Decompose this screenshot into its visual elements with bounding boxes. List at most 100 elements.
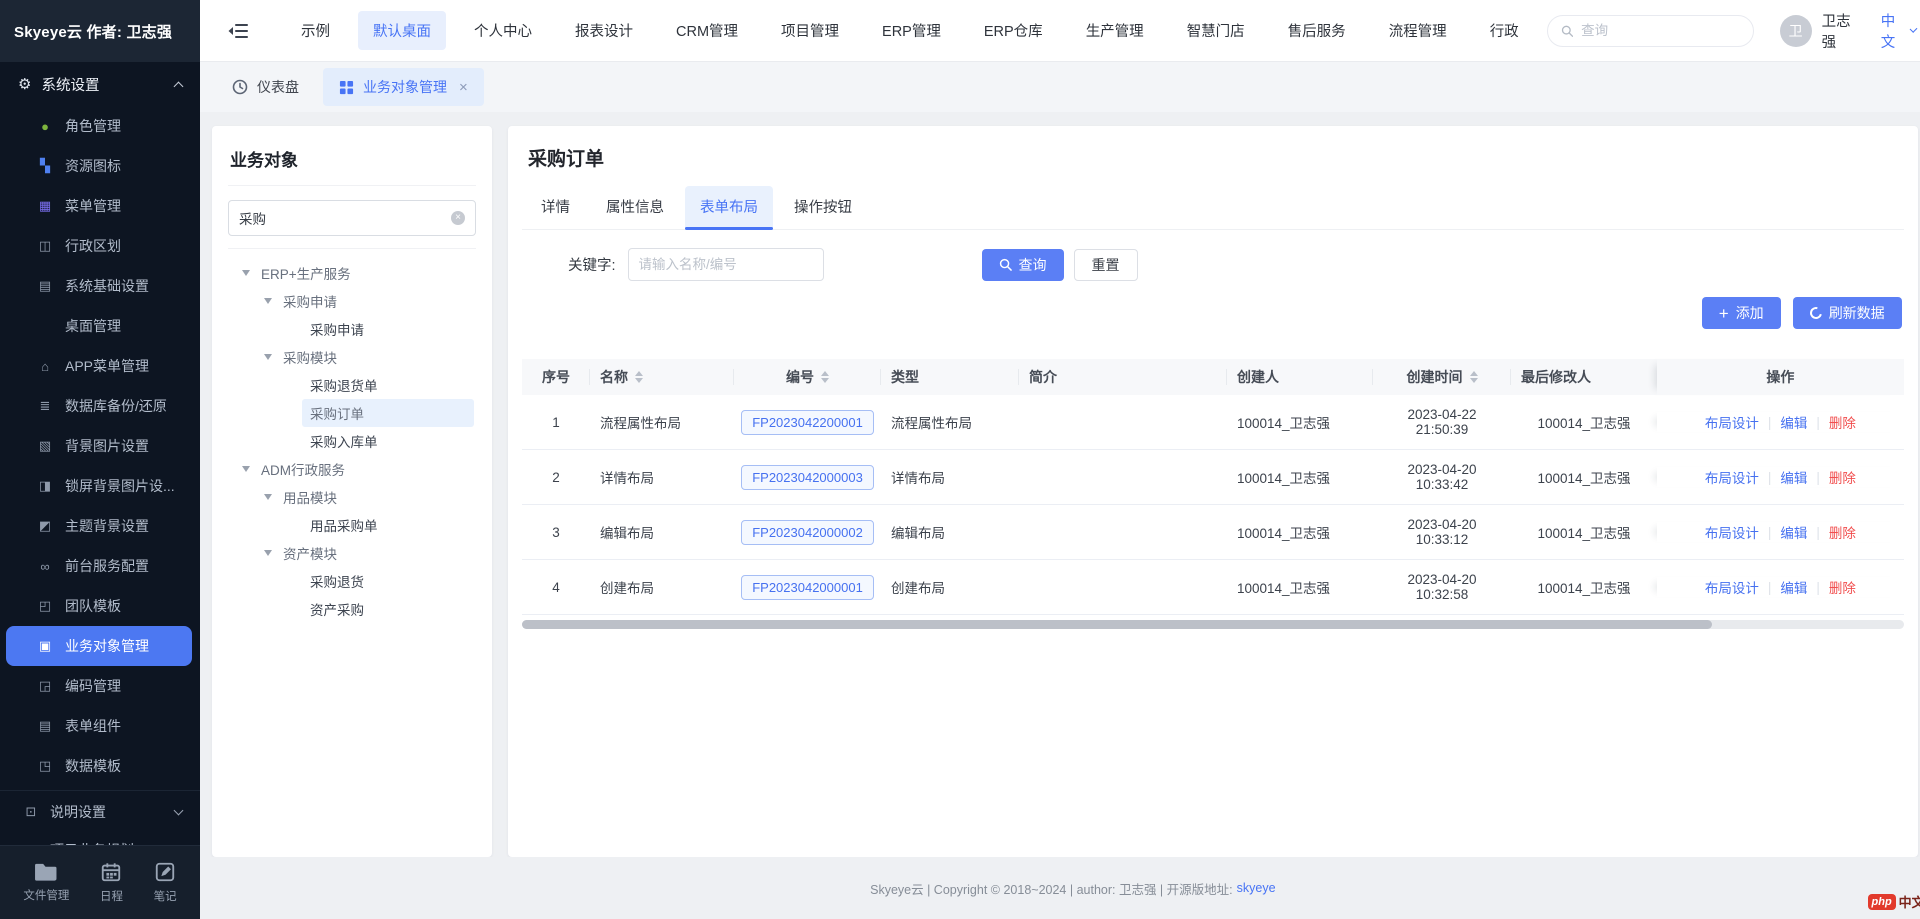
- sidebar-item-db-backup[interactable]: ≣ 数据库备份/还原: [0, 386, 200, 426]
- tree-node-purchase-request[interactable]: 采购申请: [228, 315, 476, 343]
- sidebar-section-system-settings[interactable]: ⚙ 系统设置: [0, 62, 200, 106]
- add-button[interactable]: 添加: [1702, 297, 1781, 329]
- edit-link[interactable]: 编辑: [1780, 522, 1807, 542]
- tab-business-object-manage[interactable]: 业务对象管理: [323, 68, 484, 106]
- tree-node-asset-module[interactable]: 资产模块: [228, 539, 476, 567]
- keyword-input[interactable]: [639, 257, 813, 272]
- tree-node-purchase-return[interactable]: 采购退货: [228, 567, 476, 595]
- nav-item-erp[interactable]: ERP管理: [867, 11, 956, 50]
- tree-node-purchase-module[interactable]: 采购模块: [228, 343, 476, 371]
- edit-link[interactable]: 编辑: [1780, 467, 1807, 487]
- nav-item-crm[interactable]: CRM管理: [661, 11, 753, 50]
- nav-item-smart-store[interactable]: 智慧门店: [1172, 11, 1260, 50]
- tree-node-purchase-request-group[interactable]: 采购申请: [228, 287, 476, 315]
- close-tab-icon[interactable]: [459, 80, 468, 95]
- tab-action-buttons[interactable]: 操作按钮: [779, 186, 867, 229]
- sidebar-item-code-manage[interactable]: ◲ 编码管理: [0, 666, 200, 706]
- layout-design-link[interactable]: 布局设计: [1705, 467, 1759, 487]
- nav-item-report-design[interactable]: 报表设计: [560, 11, 648, 50]
- language-switch[interactable]: 中文: [1881, 10, 1916, 52]
- dock-item-notes[interactable]: 笔记: [154, 861, 177, 904]
- sidebar-item-role-manage[interactable]: ● 角色管理: [0, 106, 200, 146]
- sidebar-item-desktop-manage[interactable]: 桌面管理: [0, 306, 200, 346]
- sort-icon[interactable]: [1470, 371, 1478, 383]
- sidebar-item-admin-region[interactable]: ◫ 行政区划: [0, 226, 200, 266]
- sidebar-item-system-base[interactable]: ▤ 系统基础设置: [0, 266, 200, 306]
- tab-detail[interactable]: 详情: [526, 186, 585, 229]
- global-search-input[interactable]: [1581, 23, 1740, 38]
- tab-form-layout[interactable]: 表单布局: [685, 186, 773, 229]
- sidebar-section-project-plan[interactable]: ▥ 项目业务规划: [0, 830, 200, 845]
- delete-link[interactable]: 删除: [1829, 412, 1856, 432]
- tree-node-supplies-purchase[interactable]: 用品采购单: [228, 511, 476, 539]
- nav-item-production[interactable]: 生产管理: [1071, 11, 1159, 50]
- sidebar-item-form-component[interactable]: ▤ 表单组件: [0, 706, 200, 746]
- avatar[interactable]: 卫: [1780, 15, 1812, 47]
- tab-attributes[interactable]: 属性信息: [591, 186, 679, 229]
- user-name[interactable]: 卫志强: [1822, 10, 1859, 52]
- nav-item-default-desktop[interactable]: 默认桌面: [358, 11, 446, 50]
- reset-button[interactable]: 重置: [1074, 249, 1138, 281]
- code-chip[interactable]: FP2023042000002: [741, 520, 874, 545]
- nav-item-erp-warehouse[interactable]: ERP仓库: [969, 11, 1058, 50]
- code-chip[interactable]: FP2023042000001: [741, 575, 874, 600]
- tree-node-adm-service[interactable]: ADM行政服务: [228, 455, 476, 483]
- dock-item-files[interactable]: 文件管理: [23, 862, 69, 903]
- search-button[interactable]: 查询: [982, 249, 1064, 281]
- cell-code: FP2023042000003: [734, 465, 881, 490]
- nav-item-personal-center[interactable]: 个人中心: [459, 11, 547, 50]
- sidebar-item-menu-manage[interactable]: ▦ 菜单管理: [0, 186, 200, 226]
- col-name[interactable]: 名称: [590, 359, 734, 395]
- tree-node-erp-production[interactable]: ERP+生产服务: [228, 259, 476, 287]
- sidebar-item-app-menu[interactable]: ⌂ APP菜单管理: [0, 346, 200, 386]
- layout-design-link[interactable]: 布局设计: [1705, 522, 1759, 542]
- clear-icon[interactable]: [451, 211, 465, 225]
- sidebar-section-instructions[interactable]: ⊡ 说明设置: [0, 790, 200, 830]
- sidebar-item-lockscreen-bg[interactable]: ◨ 锁屏背景图片设...: [0, 466, 200, 506]
- edit-link[interactable]: 编辑: [1780, 412, 1807, 432]
- scrollbar-thumb[interactable]: [522, 620, 1712, 629]
- nav-item-after-sales[interactable]: 售后服务: [1273, 11, 1361, 50]
- nav-item-workflow[interactable]: 流程管理: [1374, 11, 1462, 50]
- cell-actions: 布局设计|编辑|删除: [1657, 577, 1904, 597]
- collapse-menu-icon[interactable]: [228, 23, 248, 39]
- sidebar-item-theme-bg[interactable]: ◩ 主题背景设置: [0, 506, 200, 546]
- col-code[interactable]: 编号: [734, 359, 881, 395]
- sidebar-item-bg-image[interactable]: ▧ 背景图片设置: [0, 426, 200, 466]
- tree-node-asset-purchase[interactable]: 资产采购: [228, 595, 476, 623]
- nav-item-example[interactable]: 示例: [286, 11, 345, 50]
- nav-item-project[interactable]: 项目管理: [766, 11, 854, 50]
- sidebar-item-team-template[interactable]: ◰ 团队模板: [0, 586, 200, 626]
- tree-node-purchase-inbound[interactable]: 采购入库单: [228, 427, 476, 455]
- nav-item-administration[interactable]: 行政: [1475, 11, 1534, 50]
- top-navbar: 示例 默认桌面 个人中心 报表设计 CRM管理 项目管理 ERP管理 ERP仓库…: [200, 0, 1920, 62]
- sidebar-item-frontend-service[interactable]: ∞ 前台服务配置: [0, 546, 200, 586]
- sidebar-item-resource-icons[interactable]: ▚ 资源图标: [0, 146, 200, 186]
- delete-link[interactable]: 删除: [1829, 577, 1856, 597]
- tree-node-purchase-order-selected[interactable]: 采购订单: [302, 399, 474, 427]
- cell-actions: 布局设计|编辑|删除: [1657, 522, 1904, 542]
- layout-design-link[interactable]: 布局设计: [1705, 412, 1759, 432]
- tree-node-supplies-module[interactable]: 用品模块: [228, 483, 476, 511]
- col-created-at[interactable]: 创建时间: [1373, 359, 1511, 395]
- tree-search-input[interactable]: [239, 211, 451, 226]
- sidebar-item-business-object[interactable]: ▣ 业务对象管理: [6, 626, 192, 666]
- dock-item-schedule[interactable]: 日程: [100, 861, 123, 904]
- code-chip[interactable]: FP2023042000003: [741, 465, 874, 490]
- tab-dashboard[interactable]: 仪表盘: [216, 68, 315, 106]
- layout-design-link[interactable]: 布局设计: [1705, 577, 1759, 597]
- calendar-icon: [100, 861, 122, 883]
- sort-icon[interactable]: [635, 371, 643, 383]
- dock-item-label: 文件管理: [23, 887, 69, 903]
- sidebar-item-data-template[interactable]: ◳ 数据模板: [0, 746, 200, 786]
- delete-link[interactable]: 删除: [1829, 522, 1856, 542]
- delete-link[interactable]: 删除: [1829, 467, 1856, 487]
- tree-node-purchase-return-order[interactable]: 采购退货单: [228, 371, 476, 399]
- edit-link[interactable]: 编辑: [1780, 577, 1807, 597]
- cell-modifier: 100014_卫志强: [1511, 522, 1657, 542]
- sort-icon[interactable]: [821, 371, 829, 383]
- refresh-button[interactable]: 刷新数据: [1793, 297, 1902, 329]
- code-chip[interactable]: FP2023042200001: [741, 410, 874, 435]
- tab-label: 仪表盘: [257, 77, 299, 97]
- skyeye-link[interactable]: skyeye: [1237, 881, 1276, 895]
